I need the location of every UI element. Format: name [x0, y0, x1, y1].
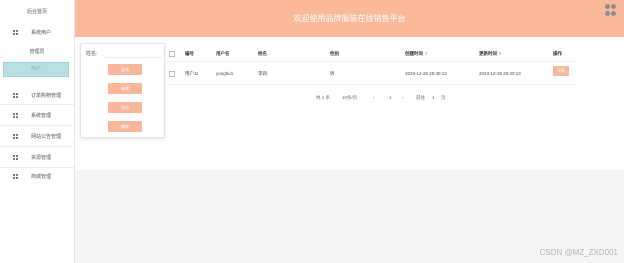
goto-page-input[interactable]: 1: [432, 95, 435, 100]
column-header-updated[interactable]: 更新时间 ⇕: [479, 51, 502, 57]
table-row: 用户11 yonghu1 李四 男 2023-12-26 20:40:13 20…: [167, 66, 577, 80]
search-panel: 姓名: 查询 新增 导出 删除: [80, 43, 165, 138]
goto-label: 前往: [416, 95, 425, 100]
column-header-username: 用户名: [216, 51, 230, 56]
detail-button[interactable]: 详情: [553, 66, 569, 76]
sidebar-subitem-label: 用户: [30, 66, 41, 72]
prev-page-button[interactable]: ‹: [373, 95, 375, 100]
column-header-id: 编号: [185, 51, 194, 56]
export-button[interactable]: 导出: [108, 102, 142, 113]
sidebar-item-label: 网站公告管理: [31, 133, 62, 140]
column-header-name: 姓名: [258, 51, 267, 56]
avatar-icon[interactable]: [605, 4, 617, 16]
sidebar-item-resources[interactable]: 资源管理: [0, 147, 74, 167]
cell-updated: 2023-12-26 20:40:13: [479, 71, 521, 76]
sidebar: 后台首页 系统用户 管理员 用户 订单购物管理 系统管理 网站公告管理 资源管理…: [0, 0, 75, 263]
name-field-label: 姓名:: [86, 51, 98, 57]
menu-grid-icon: [13, 154, 19, 160]
row-checkbox[interactable]: [169, 71, 175, 77]
table-header: 编号 用户名 姓名 性别 创建时间 ⇕ 更新时间 ⇕ 操作: [167, 48, 577, 60]
menu-grid-icon: [13, 92, 19, 98]
column-header-created[interactable]: 创建时间 ⇕: [405, 51, 428, 57]
sidebar-item-label: 资源管理: [31, 154, 52, 161]
column-header-label: 更新时间: [479, 51, 497, 56]
pagination-total: 共 1 条: [316, 95, 331, 100]
select-all-checkbox[interactable]: [169, 51, 175, 57]
cell-gender: 男: [330, 71, 335, 76]
cell-created: 2023-12-26 20:40:13: [405, 71, 447, 76]
column-header-label: 创建时间: [405, 51, 423, 56]
sidebar-item-mall[interactable]: 商城管理: [0, 166, 74, 186]
sidebar-item-label: 系统用户: [31, 29, 52, 36]
sidebar-subitem-admin[interactable]: 管理员: [0, 48, 74, 55]
add-button[interactable]: 新增: [108, 83, 142, 94]
name-search-input[interactable]: [104, 49, 162, 58]
row-divider: [167, 84, 577, 85]
page-title: 欢迎使用品牌服装在线销售平台: [293, 14, 406, 23]
page-suffix: 页: [441, 95, 446, 100]
sort-icon[interactable]: ⇕: [498, 51, 502, 56]
search-button[interactable]: 查询: [108, 64, 142, 75]
cell-username: yonghu1: [216, 71, 234, 76]
column-header-gender: 性别: [330, 51, 339, 56]
sidebar-item-orders[interactable]: 订单购物管理: [0, 85, 74, 105]
sort-icon[interactable]: ⇕: [424, 51, 428, 56]
top-header: 欢迎使用品牌服装在线销售平台: [75, 0, 624, 37]
sidebar-item-system-users[interactable]: 系统用户: [0, 22, 74, 42]
watermark: CSDN @MZ_ZXD001: [539, 248, 618, 257]
sidebar-item-label: 订单购物管理: [31, 92, 62, 99]
cell-name: 李四: [258, 71, 267, 76]
column-header-action: 操作: [553, 51, 562, 56]
sidebar-subitem-user-active[interactable]: 用户: [3, 62, 69, 77]
page-size-select[interactable]: 10条/页: [342, 95, 357, 101]
delete-button[interactable]: 删除: [108, 121, 142, 132]
sidebar-home-link[interactable]: 后台首页: [0, 8, 74, 15]
sidebar-item-label: 系统管理: [31, 112, 52, 119]
cell-id: 用户11: [185, 71, 199, 76]
menu-grid-icon: [13, 133, 19, 139]
sidebar-item-label: 商城管理: [31, 173, 52, 180]
row-divider: [167, 61, 577, 62]
menu-grid-icon: [13, 173, 19, 179]
sidebar-item-system-admin[interactable]: 系统管理: [0, 105, 74, 125]
menu-grid-icon: [13, 112, 19, 118]
next-page-button[interactable]: ›: [402, 95, 404, 100]
current-page[interactable]: 1: [389, 95, 392, 100]
menu-grid-icon: [13, 29, 19, 35]
sidebar-item-announcements[interactable]: 网站公告管理: [0, 126, 74, 146]
